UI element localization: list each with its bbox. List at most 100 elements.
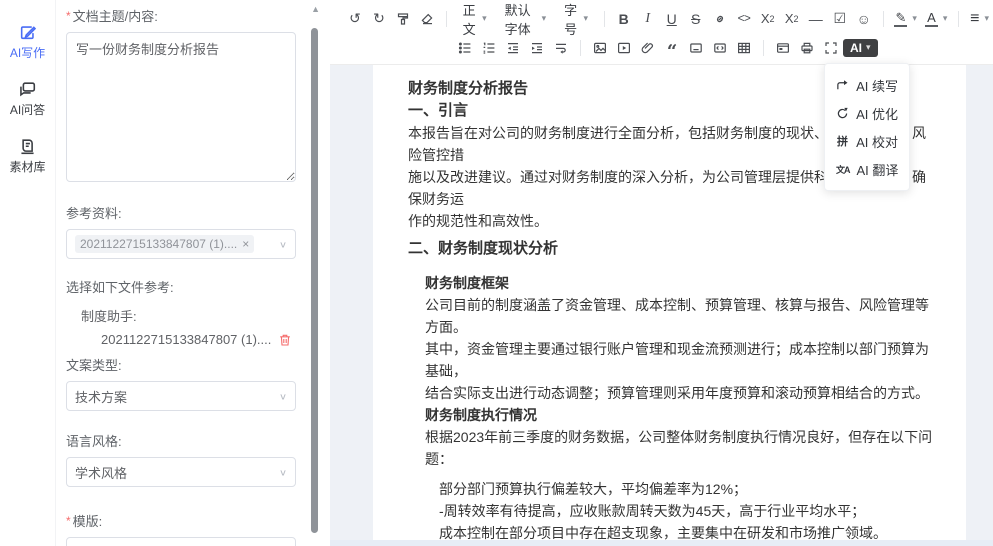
editor-area: ↺ ↻ 正文 ▾ 默认字体 [330, 0, 993, 546]
chevron-down-icon: ∨ [279, 467, 287, 477]
paragraph-line: 作的规范性和高效性。 [408, 210, 938, 232]
reference-select[interactable]: 2021122715133847807 (1).... × ∨ [66, 229, 296, 259]
style-select[interactable]: 学术风格 ∨ [66, 457, 296, 487]
topic-label: * 文档主题/内容: [66, 6, 296, 25]
doc-type-label: 文案类型: [66, 355, 296, 374]
template-label: * 模版: [66, 511, 296, 530]
editor-mode-button[interactable] [771, 36, 795, 60]
required-asterisk: * [66, 514, 71, 528]
paragraph-style-dropdown[interactable]: 正文 ▾ [454, 7, 496, 31]
strikethrough-button[interactable]: S [684, 7, 708, 31]
horizontal-rule-button[interactable]: — [804, 7, 828, 31]
paragraph-line: 结合实际支出进行动态调整；预算管理则采用年度预算和滚动预算相结合的方式。 [425, 382, 938, 404]
bullet-list-button[interactable] [453, 36, 477, 60]
ai-translate-icon: 文A [836, 163, 850, 176]
caret-down-icon: ▾ [482, 13, 487, 24]
highlight-color-dropdown[interactable]: ✎ ▾ [890, 7, 921, 31]
left-nav-rail: AI写作 AI问答 素材库 [0, 0, 55, 546]
fullscreen-button[interactable] [819, 36, 843, 60]
style-value: 学术风格 [75, 463, 279, 482]
bold-button[interactable]: B [612, 7, 636, 31]
font-size-dropdown[interactable]: 字号 ▾ [555, 7, 597, 31]
caret-down-icon: ▾ [584, 13, 589, 24]
insert-image-button[interactable] [588, 36, 612, 60]
editor-toolbar: ↺ ↻ 正文 ▾ 默认字体 [330, 0, 993, 65]
insert-divider-button[interactable] [684, 36, 708, 60]
ai-proofread-icon: 拼 [836, 133, 849, 149]
menu-item-ai-translate[interactable]: 文A AI 翻译 [825, 155, 909, 183]
ai-optimize-icon [836, 107, 849, 120]
sidebar-item-ai-qa[interactable]: AI问答 [0, 81, 55, 118]
file-section-label: 选择如下文件参考: [66, 277, 296, 296]
link-button[interactable] [708, 7, 732, 31]
sidebar-item-label: AI问答 [10, 101, 45, 118]
ai-tools-dropdown[interactable]: AI ▾ [843, 39, 878, 57]
caret-down-icon: ▾ [984, 13, 989, 24]
attachment-button[interactable] [636, 36, 660, 60]
menu-item-ai-proofread[interactable]: 拼 AI 校对 [825, 127, 909, 155]
file-name: 2021122715133847807 (1).... [101, 332, 278, 347]
blockquote-button[interactable]: “ [660, 36, 684, 60]
chevron-down-icon: ∨ [279, 391, 287, 401]
caret-down-icon: ▾ [866, 42, 871, 53]
italic-button[interactable]: I [636, 7, 660, 31]
menu-item-ai-continue[interactable]: AI 续写 [825, 71, 909, 99]
menu-item-ai-optimize[interactable]: AI 优化 [825, 99, 909, 127]
sidebar-item-ai-writing[interactable]: AI写作 [0, 24, 55, 61]
template-value: 通用模板 [75, 543, 262, 546]
required-asterisk: * [66, 9, 71, 23]
panel-scrollbar[interactable] [311, 28, 318, 533]
style-label: 语言风格: [66, 431, 296, 450]
emoji-button[interactable]: ☺ [852, 7, 876, 31]
align-dropdown[interactable]: ≡ ▾ [966, 7, 993, 31]
section-heading: 二、财务制度现状分析 [408, 238, 938, 260]
doc-type-select[interactable]: 技术方案 ∨ [66, 381, 296, 411]
print-button[interactable] [795, 36, 819, 60]
sidebar-item-label: 素材库 [9, 158, 45, 175]
underline-button[interactable]: U [660, 7, 684, 31]
line-break-button[interactable] [549, 36, 573, 60]
bottom-strip [330, 540, 993, 546]
caret-down-icon: ▾ [542, 13, 547, 24]
ai-tools-menu: AI 续写 AI 优化 拼 AI 校对 文A AI 翻译 [824, 63, 910, 191]
caret-down-icon: ▾ [943, 13, 948, 24]
app: AI写作 AI问答 素材库 [0, 0, 993, 546]
tag-close-icon[interactable]: × [242, 237, 249, 251]
material-library-icon [19, 138, 36, 155]
insert-table-button[interactable] [732, 36, 756, 60]
font-color-icon: A [927, 11, 936, 24]
undo-button[interactable]: ↺ [343, 7, 367, 31]
redo-button[interactable]: ↻ [367, 7, 391, 31]
issue-item: 部分部门预算执行偏差较大，平均偏差率为12%； [439, 478, 938, 500]
topic-textarea[interactable]: 写一份财务制度分析报告 [66, 32, 296, 182]
sub-heading: 财务制度框架 [425, 272, 938, 294]
inline-code-button[interactable]: <> [732, 7, 756, 31]
highlight-pen-icon: ✎ [895, 11, 906, 24]
ordered-list-button[interactable] [477, 36, 501, 60]
ai-continue-icon [836, 79, 849, 92]
indent-button[interactable] [525, 36, 549, 60]
file-row: 2021122715133847807 (1).... [66, 332, 296, 347]
sidebar-item-material-library[interactable]: 素材库 [0, 138, 55, 175]
task-list-button[interactable]: ☑ [828, 7, 852, 31]
font-color-dropdown[interactable]: A ▾ [921, 7, 952, 31]
align-icon: ≡ [970, 10, 979, 28]
paragraph-line: 其中，资金管理主要通过银行账户管理和现金流预测进行；成本控制以部门预算为基础， [425, 338, 938, 382]
ai-writing-icon [19, 24, 36, 41]
subscript-button[interactable]: X2 [756, 7, 780, 31]
code-block-button[interactable] [708, 36, 732, 60]
paragraph-line: 公司目前的制度涵盖了资金管理、成本控制、预算管理、核算与报告、风险管理等方面。 [425, 294, 938, 338]
caret-down-icon: ▾ [912, 13, 917, 24]
writing-form-panel: * 文档主题/内容: 写一份财务制度分析报告 参考资料: 20211227151… [55, 0, 330, 546]
delete-file-icon[interactable] [278, 333, 292, 347]
template-select[interactable]: 通用模板 ∨ ⊘ [66, 537, 296, 546]
font-family-dropdown[interactable]: 默认字体 ▾ [496, 7, 555, 31]
eraser-button[interactable] [415, 7, 439, 31]
format-painter-button[interactable] [391, 7, 415, 31]
file-group-label: 制度助手: [81, 306, 296, 325]
scroll-up-icon[interactable]: ▲ [311, 4, 320, 14]
superscript-button[interactable]: X2 [780, 7, 804, 31]
outdent-button[interactable] [501, 36, 525, 60]
insert-video-button[interactable] [612, 36, 636, 60]
ai-qa-icon [19, 81, 36, 98]
